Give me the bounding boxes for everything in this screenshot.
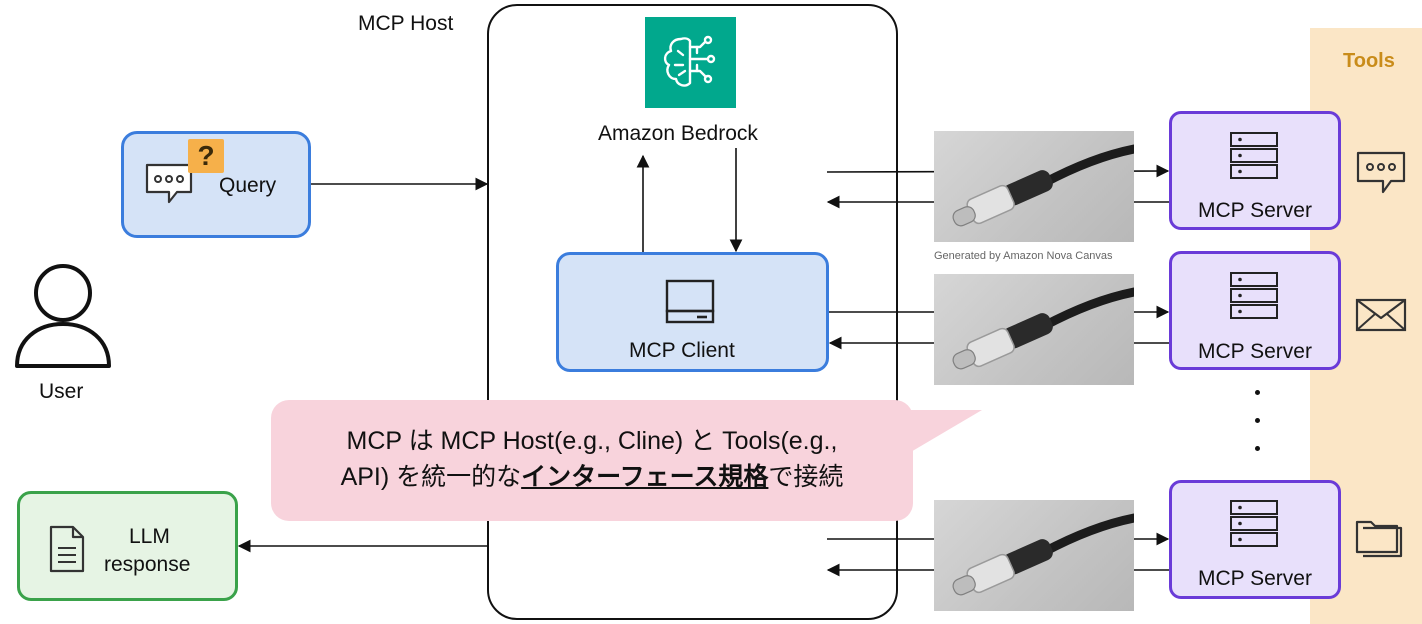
mcp-server-label: MCP Server [1198,340,1312,363]
mcp-architecture-diagram: Tools MCP Host Amazon Bedrock ? Query Us… [0,0,1422,624]
llm-label-line1: LLM [129,525,170,548]
server-icon [1228,270,1280,320]
callout-line-2-prefix: API) を統一的な [340,463,522,491]
usb-c-cable-image [934,274,1134,385]
ellipsis-dot [1255,446,1260,451]
usb-c-cable-image [934,500,1134,611]
chat-bubble-icon [144,162,194,206]
image-caption: Generated by Amazon Nova Canvas [934,250,1113,262]
ellipsis-dot [1255,390,1260,395]
folder-icon [1355,516,1407,560]
usb-c-cable-image [934,131,1134,242]
bedrock-label: Amazon Bedrock [598,122,758,145]
server-icon [1228,498,1280,548]
callout-line-2: API) を統一的なインターフェース規格で接続 [271,459,913,495]
server-icon [1228,130,1280,180]
mcp-server-label: MCP Server [1198,567,1312,590]
ellipsis-dot [1255,418,1260,423]
computer-icon [664,278,716,326]
user-label: User [39,380,84,403]
mcp-server-label: MCP Server [1198,199,1312,222]
callout-emphasis: インターフェース規格 [521,463,769,491]
chat-icon [1355,150,1407,196]
user-icon [13,262,113,368]
bedrock-brain-icon [645,17,736,108]
mcp-client-label: MCP Client [629,339,735,362]
query-label: Query [219,174,277,197]
callout-line-1: MCP は MCP Host(e.g., Cline) と Tools(e.g.… [346,427,838,455]
callout-bubble: MCP は MCP Host(e.g., Cline) と Tools(e.g.… [271,400,913,521]
question-mark-icon: ? [188,139,224,173]
callout-line-2-suffix: で接続 [768,463,844,491]
callout-text: MCP は MCP Host(e.g., Cline) と Tools(e.g.… [271,423,913,495]
llm-label-line2: response [104,553,191,576]
document-icon [48,524,86,574]
mail-icon [1355,298,1407,332]
